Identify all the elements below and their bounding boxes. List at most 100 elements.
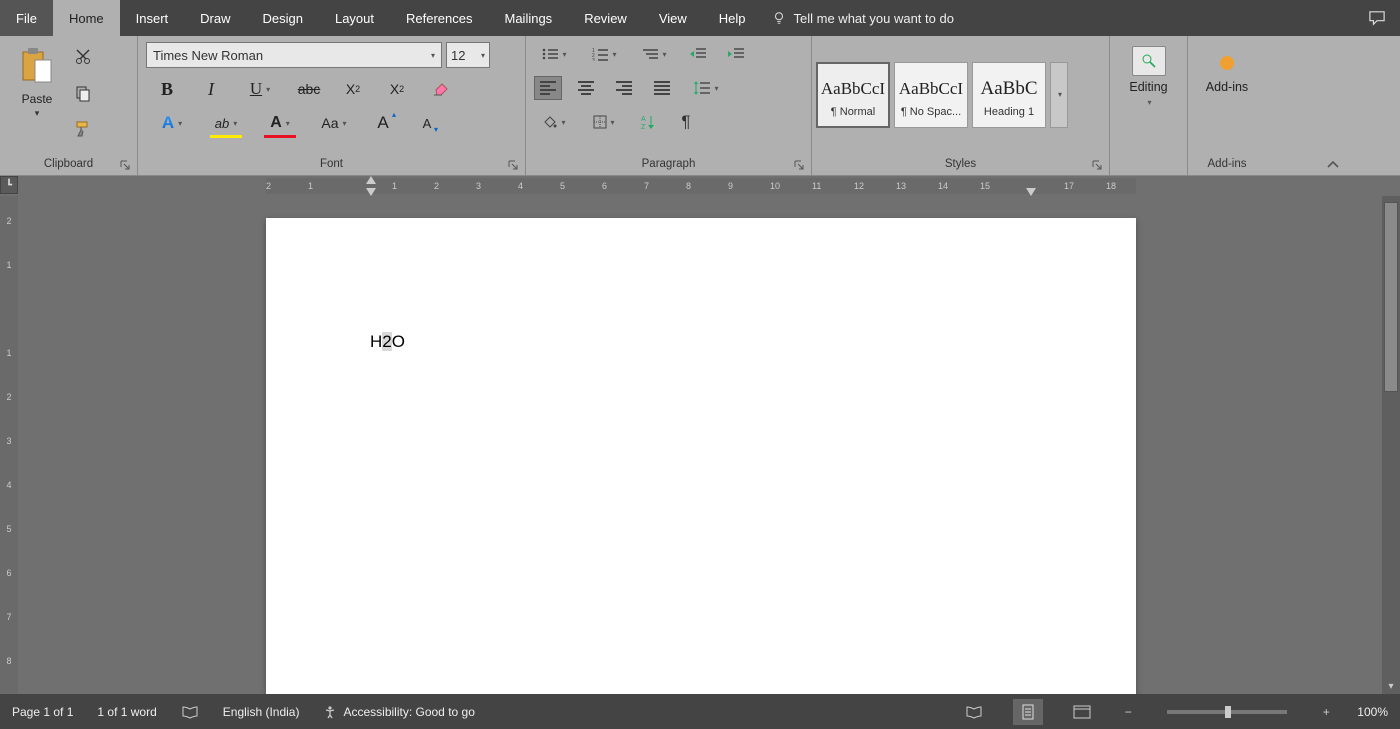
borders-button[interactable]: ▾ — [584, 110, 624, 134]
tab-references[interactable]: References — [390, 0, 488, 36]
font-color-button[interactable]: A▾ — [260, 110, 300, 136]
chevron-down-icon: ▾ — [481, 51, 485, 60]
styles-label: Styles — [945, 158, 976, 170]
styles-launcher[interactable] — [1091, 159, 1105, 173]
tab-help[interactable]: Help — [703, 0, 762, 36]
font-name-value: Times New Roman — [153, 48, 263, 63]
read-mode-button[interactable] — [959, 699, 989, 725]
brush-icon — [74, 120, 92, 138]
format-painter-button[interactable] — [72, 118, 94, 140]
superscript-button[interactable]: X2 — [382, 76, 412, 102]
align-right-button[interactable] — [610, 76, 638, 100]
horizontal-ruler[interactable]: ┗ 211234567891011121314151718 — [0, 176, 1400, 196]
justify-button[interactable] — [648, 76, 676, 100]
copy-button[interactable] — [72, 82, 94, 104]
font-launcher[interactable] — [507, 159, 521, 173]
multilevel-icon — [641, 47, 659, 61]
tell-me-search[interactable]: Tell me what you want to do — [772, 0, 954, 36]
font-name-dropdown[interactable]: Times New Roman▾ — [146, 42, 442, 68]
scroll-down-arrow[interactable]: ▾ — [1382, 678, 1400, 694]
document-area: 2112345678 H2O — [0, 196, 1400, 694]
subscript-button[interactable]: X2 — [338, 76, 368, 102]
web-layout-icon — [1073, 705, 1091, 719]
clipboard-launcher[interactable] — [119, 159, 133, 173]
zoom-out-button[interactable]: − — [1121, 705, 1135, 719]
tab-layout[interactable]: Layout — [319, 0, 390, 36]
clear-formatting-button[interactable] — [426, 76, 456, 102]
style-no-spacing[interactable]: AaBbCcI¶ No Spac... — [894, 62, 968, 128]
shrink-font-button[interactable]: A▾ — [412, 110, 442, 136]
tab-review[interactable]: Review — [568, 0, 643, 36]
ribbon-collapse-button[interactable] — [1266, 36, 1400, 175]
tab-home[interactable]: Home — [53, 0, 120, 36]
tab-selector[interactable]: ┗ — [0, 176, 18, 194]
vertical-scrollbar[interactable]: ▴ ▾ — [1382, 196, 1400, 694]
word-count[interactable]: 1 of 1 word — [97, 705, 156, 719]
accessibility-icon — [323, 705, 337, 719]
tab-draw[interactable]: Draw — [184, 0, 246, 36]
web-layout-button[interactable] — [1067, 699, 1097, 725]
zoom-level[interactable]: 100% — [1357, 705, 1388, 719]
tab-file[interactable]: File — [0, 0, 53, 36]
tab-design[interactable]: Design — [247, 0, 319, 36]
sort-button[interactable]: AZ — [634, 110, 662, 134]
chevron-down-icon: ▾ — [286, 119, 290, 128]
change-case-button[interactable]: Aa▾ — [314, 110, 354, 136]
align-left-button[interactable] — [534, 76, 562, 100]
zoom-slider-thumb[interactable] — [1225, 706, 1231, 718]
vertical-ruler[interactable]: 2112345678 — [0, 196, 18, 694]
highlight-button[interactable]: ab▾ — [206, 110, 246, 136]
decrease-indent-button[interactable] — [684, 42, 712, 66]
zoom-slider[interactable] — [1167, 710, 1287, 714]
line-spacing-button[interactable]: ▾ — [686, 76, 726, 100]
addins-button[interactable]: Add-ins — [1196, 50, 1258, 94]
paragraph-label: Paragraph — [642, 158, 696, 170]
document-page[interactable]: H2O — [266, 218, 1136, 694]
tab-view[interactable]: View — [643, 0, 703, 36]
paste-button[interactable]: Paste ▾ — [8, 42, 66, 119]
styles-expand-button[interactable]: ▾ — [1050, 62, 1068, 128]
style-normal[interactable]: AaBbCcI¶ Normal — [816, 62, 890, 128]
print-layout-button[interactable] — [1013, 699, 1043, 725]
selected-text: 2 — [382, 332, 391, 351]
group-styles: AaBbCcI¶ Normal AaBbCcI¶ No Spac... AaBb… — [812, 36, 1110, 175]
underline-button[interactable]: U▾ — [240, 76, 280, 102]
italic-button[interactable]: I — [196, 76, 226, 102]
pilcrow-glyph: ¶ — [681, 112, 690, 132]
bullets-button[interactable]: ▾ — [534, 42, 574, 66]
accessibility-indicator[interactable]: Accessibility: Good to go — [323, 705, 474, 719]
chevron-down-icon: ▾ — [562, 50, 566, 59]
chevron-down-icon: ▾ — [233, 119, 237, 128]
editing-button[interactable]: Editing ▾ — [1118, 46, 1179, 107]
document-text[interactable]: H2O — [370, 332, 405, 352]
scrollbar-thumb[interactable] — [1384, 202, 1398, 392]
spell-check-indicator[interactable] — [181, 705, 199, 719]
text-effects-button[interactable]: A▾ — [152, 110, 192, 136]
increase-indent-button[interactable] — [722, 42, 750, 66]
cut-button[interactable] — [72, 46, 94, 68]
addins-icon — [1214, 50, 1240, 76]
font-size-value: 12 — [451, 48, 465, 63]
show-marks-button[interactable]: ¶ — [672, 110, 700, 134]
style-heading-1[interactable]: AaBbCHeading 1 — [972, 62, 1046, 128]
shading-button[interactable]: ▾ — [534, 110, 574, 134]
strikethrough-button[interactable]: abc — [294, 76, 324, 102]
chevron-down-icon: ▾ — [343, 119, 347, 128]
tab-insert[interactable]: Insert — [120, 0, 185, 36]
page-count[interactable]: Page 1 of 1 — [12, 705, 73, 719]
tab-mailings[interactable]: Mailings — [489, 0, 569, 36]
addins-label: Add-ins — [1206, 80, 1248, 94]
zoom-in-button[interactable]: + — [1319, 705, 1333, 719]
bold-button[interactable]: B — [152, 76, 182, 102]
chevron-down-icon: ▾ — [612, 50, 616, 59]
numbering-button[interactable]: 123▾ — [584, 42, 624, 66]
paragraph-launcher[interactable] — [793, 159, 807, 173]
align-center-button[interactable] — [572, 76, 600, 100]
language-indicator[interactable]: English (India) — [223, 705, 300, 719]
borders-icon — [593, 115, 607, 129]
outdent-icon — [689, 47, 707, 61]
comments-button[interactable] — [1354, 0, 1400, 36]
multilevel-list-button[interactable]: ▾ — [634, 42, 674, 66]
font-size-dropdown[interactable]: 12 ▾ — [446, 42, 490, 68]
grow-font-button[interactable]: A▴ — [368, 110, 398, 136]
